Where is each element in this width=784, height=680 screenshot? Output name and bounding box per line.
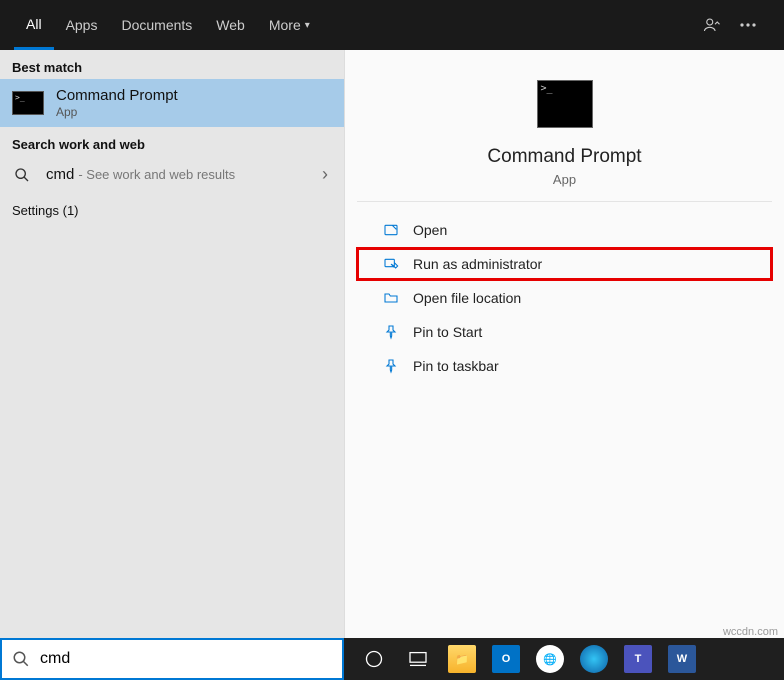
best-match-label: Best match — [0, 50, 344, 79]
app-edge[interactable] — [574, 638, 614, 680]
pin-taskbar-icon — [379, 358, 403, 374]
web-term: cmd — [46, 166, 74, 183]
app-file-explorer[interactable]: 📁 — [442, 638, 482, 680]
tab-more[interactable]: More — [257, 0, 322, 50]
search-work-web-label: Search work and web — [0, 127, 344, 156]
action-pin-to-taskbar[interactable]: Pin to taskbar — [357, 350, 772, 382]
app-word[interactable]: W — [662, 638, 702, 680]
action-open-label: Open — [413, 222, 447, 238]
search-input[interactable] — [40, 650, 332, 668]
preview-subtitle: App — [553, 172, 576, 187]
preview-title: Command Prompt — [487, 146, 641, 168]
action-run-admin-label: Run as administrator — [413, 256, 542, 272]
action-pin-to-start[interactable]: Pin to Start — [357, 316, 772, 348]
action-pin-taskbar-label: Pin to taskbar — [413, 358, 499, 374]
preview-pane: Command Prompt App Open Run as administr… — [344, 50, 784, 638]
settings-count: (1) — [63, 203, 79, 218]
preview-command-prompt-icon — [537, 80, 593, 128]
open-icon — [379, 222, 403, 238]
search-filter-tabs: All Apps Documents Web More — [0, 0, 784, 50]
result-title: Command Prompt — [56, 87, 178, 105]
chevron-right-icon: › — [322, 164, 332, 185]
result-command-prompt[interactable]: Command Prompt App — [0, 79, 344, 127]
command-prompt-icon — [12, 91, 44, 115]
result-subtitle: App — [56, 105, 178, 119]
search-box[interactable] — [0, 638, 344, 680]
action-open-file-location[interactable]: Open file location — [357, 282, 772, 314]
search-icon — [12, 167, 32, 183]
app-teams[interactable]: T — [618, 638, 658, 680]
admin-icon — [379, 256, 403, 272]
results-pane: Best match Command Prompt App Search wor… — [0, 50, 344, 638]
tab-documents[interactable]: Documents — [109, 0, 204, 50]
folder-icon — [379, 290, 403, 306]
task-view-icon[interactable] — [398, 638, 438, 680]
pin-start-icon — [379, 324, 403, 340]
search-icon — [12, 650, 30, 668]
web-hint: - See work and web results — [78, 167, 235, 182]
action-open[interactable]: Open — [357, 214, 772, 246]
tab-all[interactable]: All — [14, 0, 54, 50]
options-icon[interactable] — [730, 0, 766, 50]
settings-label: Settings — [12, 203, 59, 218]
web-result-cmd[interactable]: cmd - See work and web results › — [0, 156, 344, 193]
app-chrome[interactable]: 🌐 — [530, 638, 570, 680]
feedback-icon[interactable] — [694, 0, 730, 50]
settings-category[interactable]: Settings (1) — [0, 193, 344, 228]
action-run-as-administrator[interactable]: Run as administrator — [357, 248, 772, 280]
app-outlook[interactable]: O — [486, 638, 526, 680]
action-pin-start-label: Pin to Start — [413, 324, 482, 340]
taskbar: 📁 O 🌐 T W — [0, 638, 784, 680]
watermark: wccdn.com — [723, 626, 778, 638]
tab-apps[interactable]: Apps — [54, 0, 110, 50]
cortana-icon[interactable] — [354, 638, 394, 680]
action-open-loc-label: Open file location — [413, 290, 521, 306]
tab-web[interactable]: Web — [204, 0, 257, 50]
